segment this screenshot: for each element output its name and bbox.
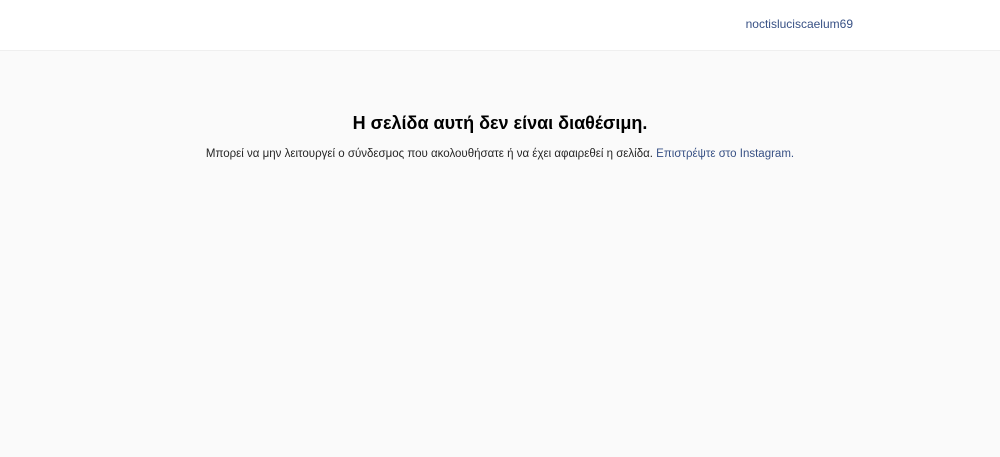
top-navigation-bar: noctisluciscaelum69 — [0, 0, 1000, 51]
error-message: Μπορεί να μην λειτουργεί ο σύνδεσμος που… — [0, 146, 1000, 162]
error-message-text: Μπορεί να μην λειτουργεί ο σύνδεσμος που… — [205, 148, 653, 160]
page-title: Η σελίδα αυτή δεν είναι διαθέσιμη. — [352, 113, 648, 133]
profile-username-link[interactable]: noctisluciscaelum69 — [746, 16, 853, 32]
return-to-instagram-link[interactable]: Επιστρέψτε στο Instagram. — [656, 148, 794, 160]
error-page-content: Η σελίδα αυτή δεν είναι διαθέσιμη. Μπορε… — [0, 51, 1000, 162]
